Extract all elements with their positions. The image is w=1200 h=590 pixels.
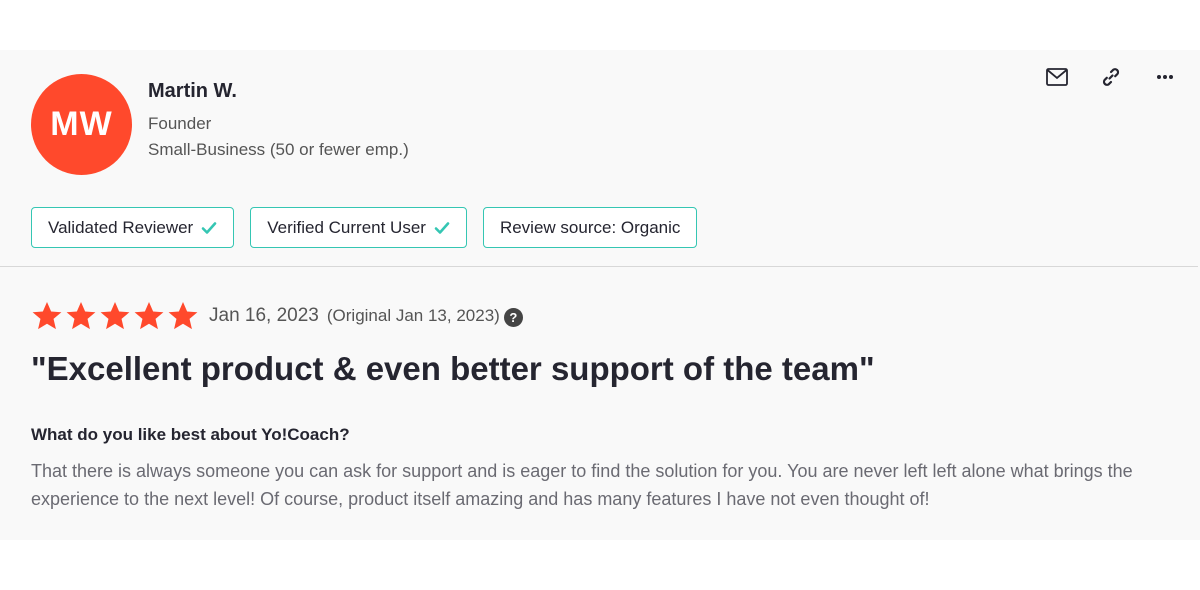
check-icon <box>434 221 450 234</box>
rating-row: Jan 16, 2023 (Original Jan 13, 2023) ? <box>31 300 523 332</box>
review-question: What do you like best about Yo!Coach? <box>31 425 350 444</box>
star-icon <box>134 302 164 330</box>
avatar: MW <box>31 74 132 175</box>
question-mark-icon[interactable]: ? <box>503 307 523 327</box>
avatar-initials: MW <box>50 105 113 143</box>
check-icon <box>201 221 217 234</box>
reviewer-company-size: Small-Business (50 or fewer emp.) <box>148 140 409 159</box>
more-options-icon[interactable] <box>1154 66 1176 88</box>
review-answer: That there is always someone you can ask… <box>31 461 1133 509</box>
star-icon <box>100 302 130 330</box>
badge-label: Verified Current User <box>267 217 426 237</box>
badge-review-source[interactable]: Review source: Organic <box>482 207 698 248</box>
envelope-icon[interactable] <box>1046 66 1068 88</box>
review-actions <box>1046 66 1176 88</box>
reviewer-title: Founder <box>148 114 212 133</box>
reviewer-name[interactable]: Martin W. <box>148 80 237 103</box>
star-rating <box>31 300 199 332</box>
section-divider <box>0 266 1198 267</box>
badge-label: Review source: Organic <box>499 217 681 237</box>
review-date: Jan 16, 2023 <box>209 305 319 326</box>
review-title: "Excellent product & even better support… <box>31 350 875 387</box>
star-icon <box>168 302 198 330</box>
review-card: MW Martin W. Founder Small-Business (50 … <box>0 50 1200 540</box>
link-icon[interactable] <box>1100 66 1122 88</box>
original-review-date: (Original Jan 13, 2023) <box>326 306 500 325</box>
reviewer-badges: Validated Reviewer Verified Current User… <box>31 207 698 248</box>
badge-label: Validated Reviewer <box>48 217 194 237</box>
star-icon <box>66 302 96 330</box>
badge-verified-current-user[interactable]: Verified Current User <box>250 207 467 248</box>
star-icon <box>32 302 62 330</box>
badge-validated-reviewer[interactable]: Validated Reviewer <box>31 207 235 248</box>
